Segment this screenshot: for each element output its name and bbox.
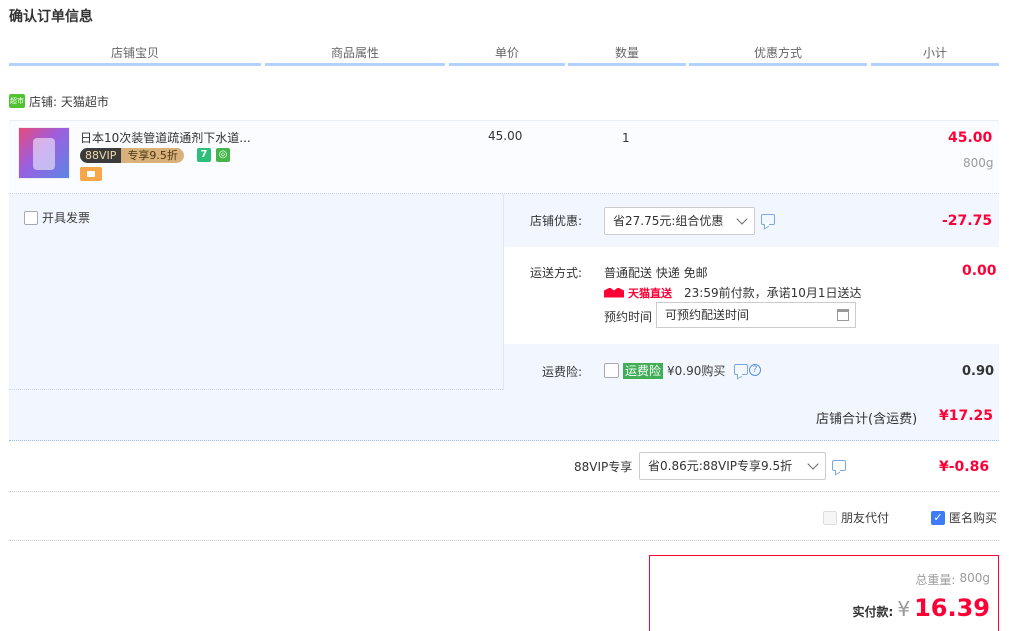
col-attr: 商品属性 [265, 42, 445, 66]
chevron-down-icon [807, 458, 819, 470]
schedule-time-input[interactable]: 可预约配送时间 [656, 302, 856, 328]
friend-pay-checkbox[interactable] [823, 510, 837, 525]
friend-pay-label: 朋友代付 [841, 511, 890, 525]
friend-pay-option[interactable]: 朋友代付 [823, 509, 889, 526]
vip-discount-value: 省0.86元:88VIP专享9.5折 [648, 459, 793, 473]
divider [9, 540, 999, 541]
shop-discount-value: 省27.75元:组合优惠 [613, 214, 724, 228]
delivery-method: 普通配送 快递 免邮 [604, 266, 708, 280]
shop-name[interactable]: 店铺: 天猫超市 [29, 93, 109, 110]
shop-line: 超市 店铺: 天猫超市 [9, 92, 109, 110]
vip-badge-left: 88VIP [80, 148, 122, 163]
insurance-tag: 运费险 [623, 362, 664, 379]
chevron-down-icon [736, 213, 748, 225]
item-weight: 800g [963, 156, 994, 170]
vip-discount-badge: 88VIP 专享9.5折 [80, 148, 184, 163]
schedule-placeholder: 可预约配送时间 [665, 308, 750, 322]
insurance-desc: ¥0.90购买 [667, 364, 726, 378]
shop-discount-amount: -27.75 [942, 213, 993, 229]
invoice-checkbox[interactable] [24, 210, 38, 225]
seven-day-return-icon: 7 [197, 148, 211, 162]
quantity: 1 [622, 131, 630, 145]
product-thumbnail[interactable] [18, 127, 70, 179]
currency-symbol: ¥ [897, 597, 911, 621]
anonymous-option[interactable]: ✓ 匿名购买 [931, 509, 997, 526]
col-discount: 优惠方式 [689, 42, 867, 66]
tmall-cat-icon [604, 287, 624, 298]
divider [9, 491, 999, 492]
vip-discount-select[interactable]: 省0.86元:88VIP专享9.5折 [639, 452, 826, 480]
invoice-label: 开具发票 [42, 211, 91, 225]
delivery-promise-line: 天猫直送 23:59前付款，承诺10月1日送达 [604, 284, 862, 301]
total-weight: 总重量: 800g [915, 571, 990, 588]
shop-discount-select[interactable]: 省27.75元:组合优惠 [604, 207, 755, 235]
item-name[interactable]: 日本10次装管道疏通剂下水道... [80, 129, 251, 146]
actual-pay-label: 实付款: [852, 605, 894, 619]
invoice-option[interactable]: 开具发票 [24, 209, 90, 226]
delivery-label: 运送方式: [529, 266, 582, 280]
schedule-label: 预约时间 [604, 310, 653, 324]
tmall-direct-badge: 天猫直送 [628, 286, 672, 300]
page-title: 确认订单信息 [9, 9, 93, 25]
vip-label: 88VIP专享 [574, 460, 633, 474]
card-pay-icon [80, 167, 102, 181]
col-item: 店铺宝贝 [9, 42, 261, 66]
insurance-label: 运费险: [541, 365, 582, 379]
delivery-amount: 0.00 [962, 263, 997, 279]
total-weight-value: 800g [959, 571, 990, 585]
insurance-checkbox[interactable] [604, 363, 619, 378]
actual-pay: 实付款: ¥ 16.39 [853, 594, 990, 622]
unit-price: 45.00 [488, 129, 523, 143]
supermarket-icon: 超市 [9, 94, 25, 108]
vip-badge-right: 专享9.5折 [121, 148, 184, 163]
col-qty: 数量 [568, 42, 686, 66]
shop-total-label: 店铺合计(含运费) [816, 412, 918, 427]
insurance-amount: 0.90 [962, 364, 995, 379]
message-icon[interactable] [761, 214, 775, 225]
vip-discount-amount: ¥-0.86 [939, 459, 990, 475]
anonymous-checkbox[interactable]: ✓ [931, 510, 945, 525]
col-subtotal: 小计 [871, 42, 999, 66]
item-subtotal: 45.00 [948, 130, 993, 146]
shop-total-amount: ¥17.25 [939, 408, 994, 424]
total-weight-label: 总重量: [915, 573, 956, 587]
delivery-promise: 23:59前付款，承诺10月1日送达 [684, 286, 862, 300]
shop-discount-label: 店铺优惠: [529, 214, 582, 228]
actual-pay-amount: 16.39 [914, 594, 990, 622]
anonymous-label: 匿名购买 [949, 511, 998, 525]
help-icon[interactable]: ? [749, 364, 761, 376]
message-icon[interactable] [734, 364, 748, 375]
calendar-icon [837, 309, 849, 321]
table-header: 店铺宝贝 商品属性 单价 数量 优惠方式 小计 [9, 42, 999, 66]
message-icon[interactable] [832, 460, 846, 471]
guarantee-icon: ◎ [216, 148, 230, 162]
insurance-option[interactable]: 运费险 ¥0.90购买 [604, 362, 725, 379]
col-price: 单价 [449, 42, 565, 66]
payment-summary: 总重量: 800g 实付款: ¥ 16.39 [649, 555, 999, 631]
